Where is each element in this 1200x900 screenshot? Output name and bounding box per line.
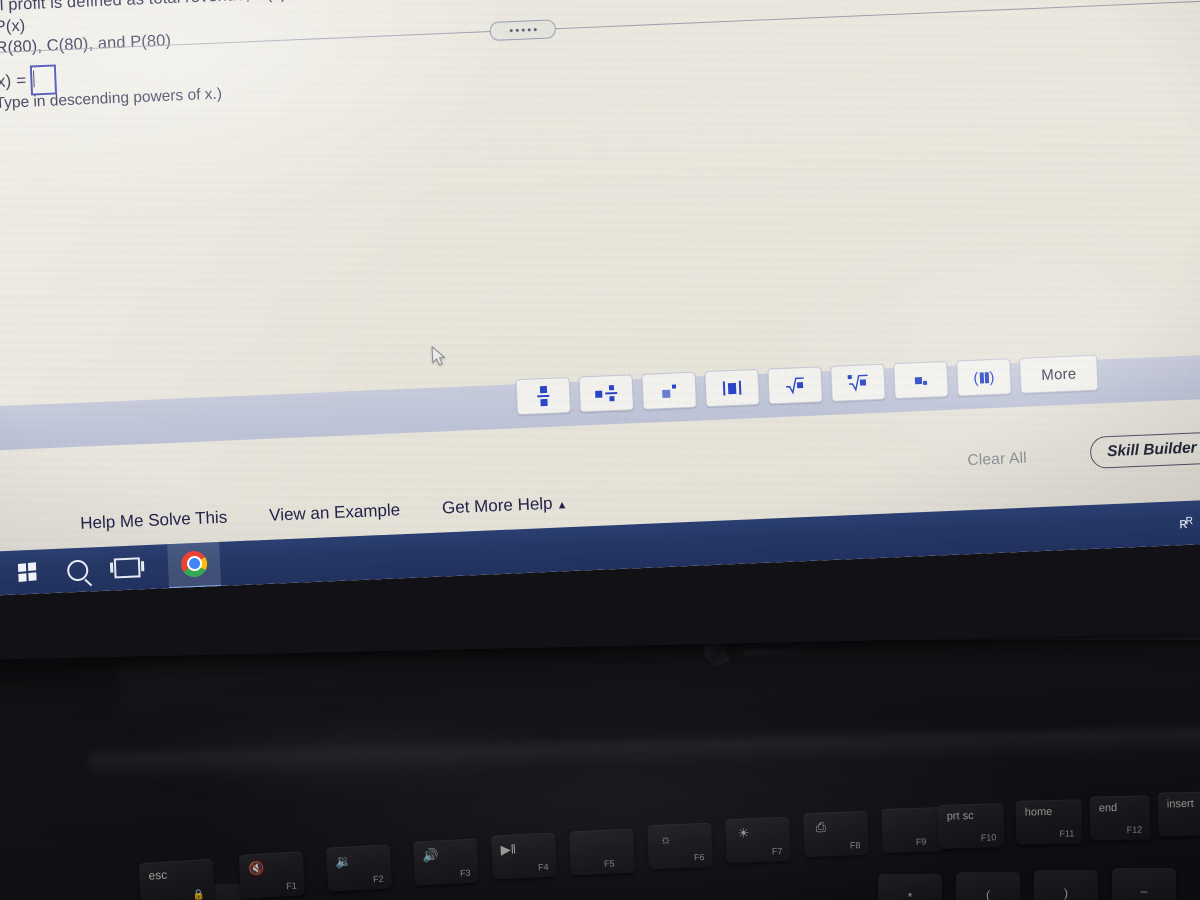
taskbar-left-group xyxy=(13,540,222,595)
drag-dot xyxy=(521,28,525,32)
start-button[interactable] xyxy=(14,559,41,586)
caret-up-icon: ▲ xyxy=(556,499,568,512)
subscript-icon xyxy=(914,376,928,385)
square-root-button[interactable] xyxy=(767,366,823,405)
drag-dot xyxy=(515,28,519,32)
subscript-button[interactable] xyxy=(893,360,949,400)
ordered-pair-icon: () xyxy=(973,368,995,387)
taskbar-tray: ʀᴿ ∧ xyxy=(1178,499,1200,545)
exponent-icon xyxy=(662,383,677,398)
square-root-icon xyxy=(785,376,806,395)
drag-dot xyxy=(533,28,537,32)
windows-logo-icon xyxy=(17,562,37,582)
mouse-cursor xyxy=(431,346,446,366)
screen-glare-right xyxy=(665,169,1200,536)
more-button[interactable]: More xyxy=(1019,354,1099,394)
people-tray-icon[interactable]: ʀᴿ xyxy=(1179,514,1193,532)
absolute-value-icon xyxy=(723,380,741,396)
taskbar-search-button[interactable] xyxy=(64,556,91,583)
clear-all-button[interactable]: Clear All xyxy=(967,450,1027,471)
help-links: Help Me Solve This View an Example Get M… xyxy=(80,493,568,534)
task-view-icon xyxy=(113,557,141,579)
laptop-screen: Total profit is defined as total revenue… xyxy=(0,0,1200,596)
screen-bezel: Total profit is defined as total revenue… xyxy=(0,0,1200,660)
nth-radical-glyph xyxy=(847,374,868,392)
skill-builder-button[interactable]: Skill Builder xyxy=(1089,431,1200,469)
task-view-button[interactable] xyxy=(113,554,141,581)
chrome-icon xyxy=(180,550,208,578)
drag-dot xyxy=(509,29,513,33)
get-more-help-label: Get More Help xyxy=(441,493,553,518)
help-me-solve-this-link[interactable]: Help Me Solve This xyxy=(80,508,228,534)
fraction-button[interactable] xyxy=(515,376,572,416)
drag-dot xyxy=(527,28,531,32)
mixed-number-button[interactable] xyxy=(578,374,634,413)
brand-wordmark xyxy=(743,648,803,657)
search-icon xyxy=(66,559,89,581)
chrome-taskbar-button[interactable] xyxy=(167,540,222,590)
photo-of-laptop-screen: & * ( ) – esc 🔒 🔇 F1 🔉 F2 🔊 F3 ▶‖ F4 F5 xyxy=(0,0,1200,900)
mixed-number-icon xyxy=(595,385,618,402)
brand-mark-icon xyxy=(704,643,731,668)
mathxl-exercise-page: Total profit is defined as total revenue… xyxy=(0,0,1200,596)
nth-root-icon xyxy=(847,373,870,392)
divider-drag-handle[interactable] xyxy=(489,19,557,42)
nth-root-button[interactable] xyxy=(830,363,886,402)
exponent-button[interactable] xyxy=(641,371,697,410)
radical-glyph xyxy=(786,377,804,395)
fraction-icon xyxy=(537,386,550,407)
view-an-example-link[interactable]: View an Example xyxy=(269,500,401,526)
interval-button[interactable]: () xyxy=(956,358,1012,397)
answer-label: P(x) = xyxy=(0,70,27,92)
absolute-value-button[interactable] xyxy=(704,368,760,408)
get-more-help-link[interactable]: Get More Help ▲ xyxy=(442,493,568,518)
